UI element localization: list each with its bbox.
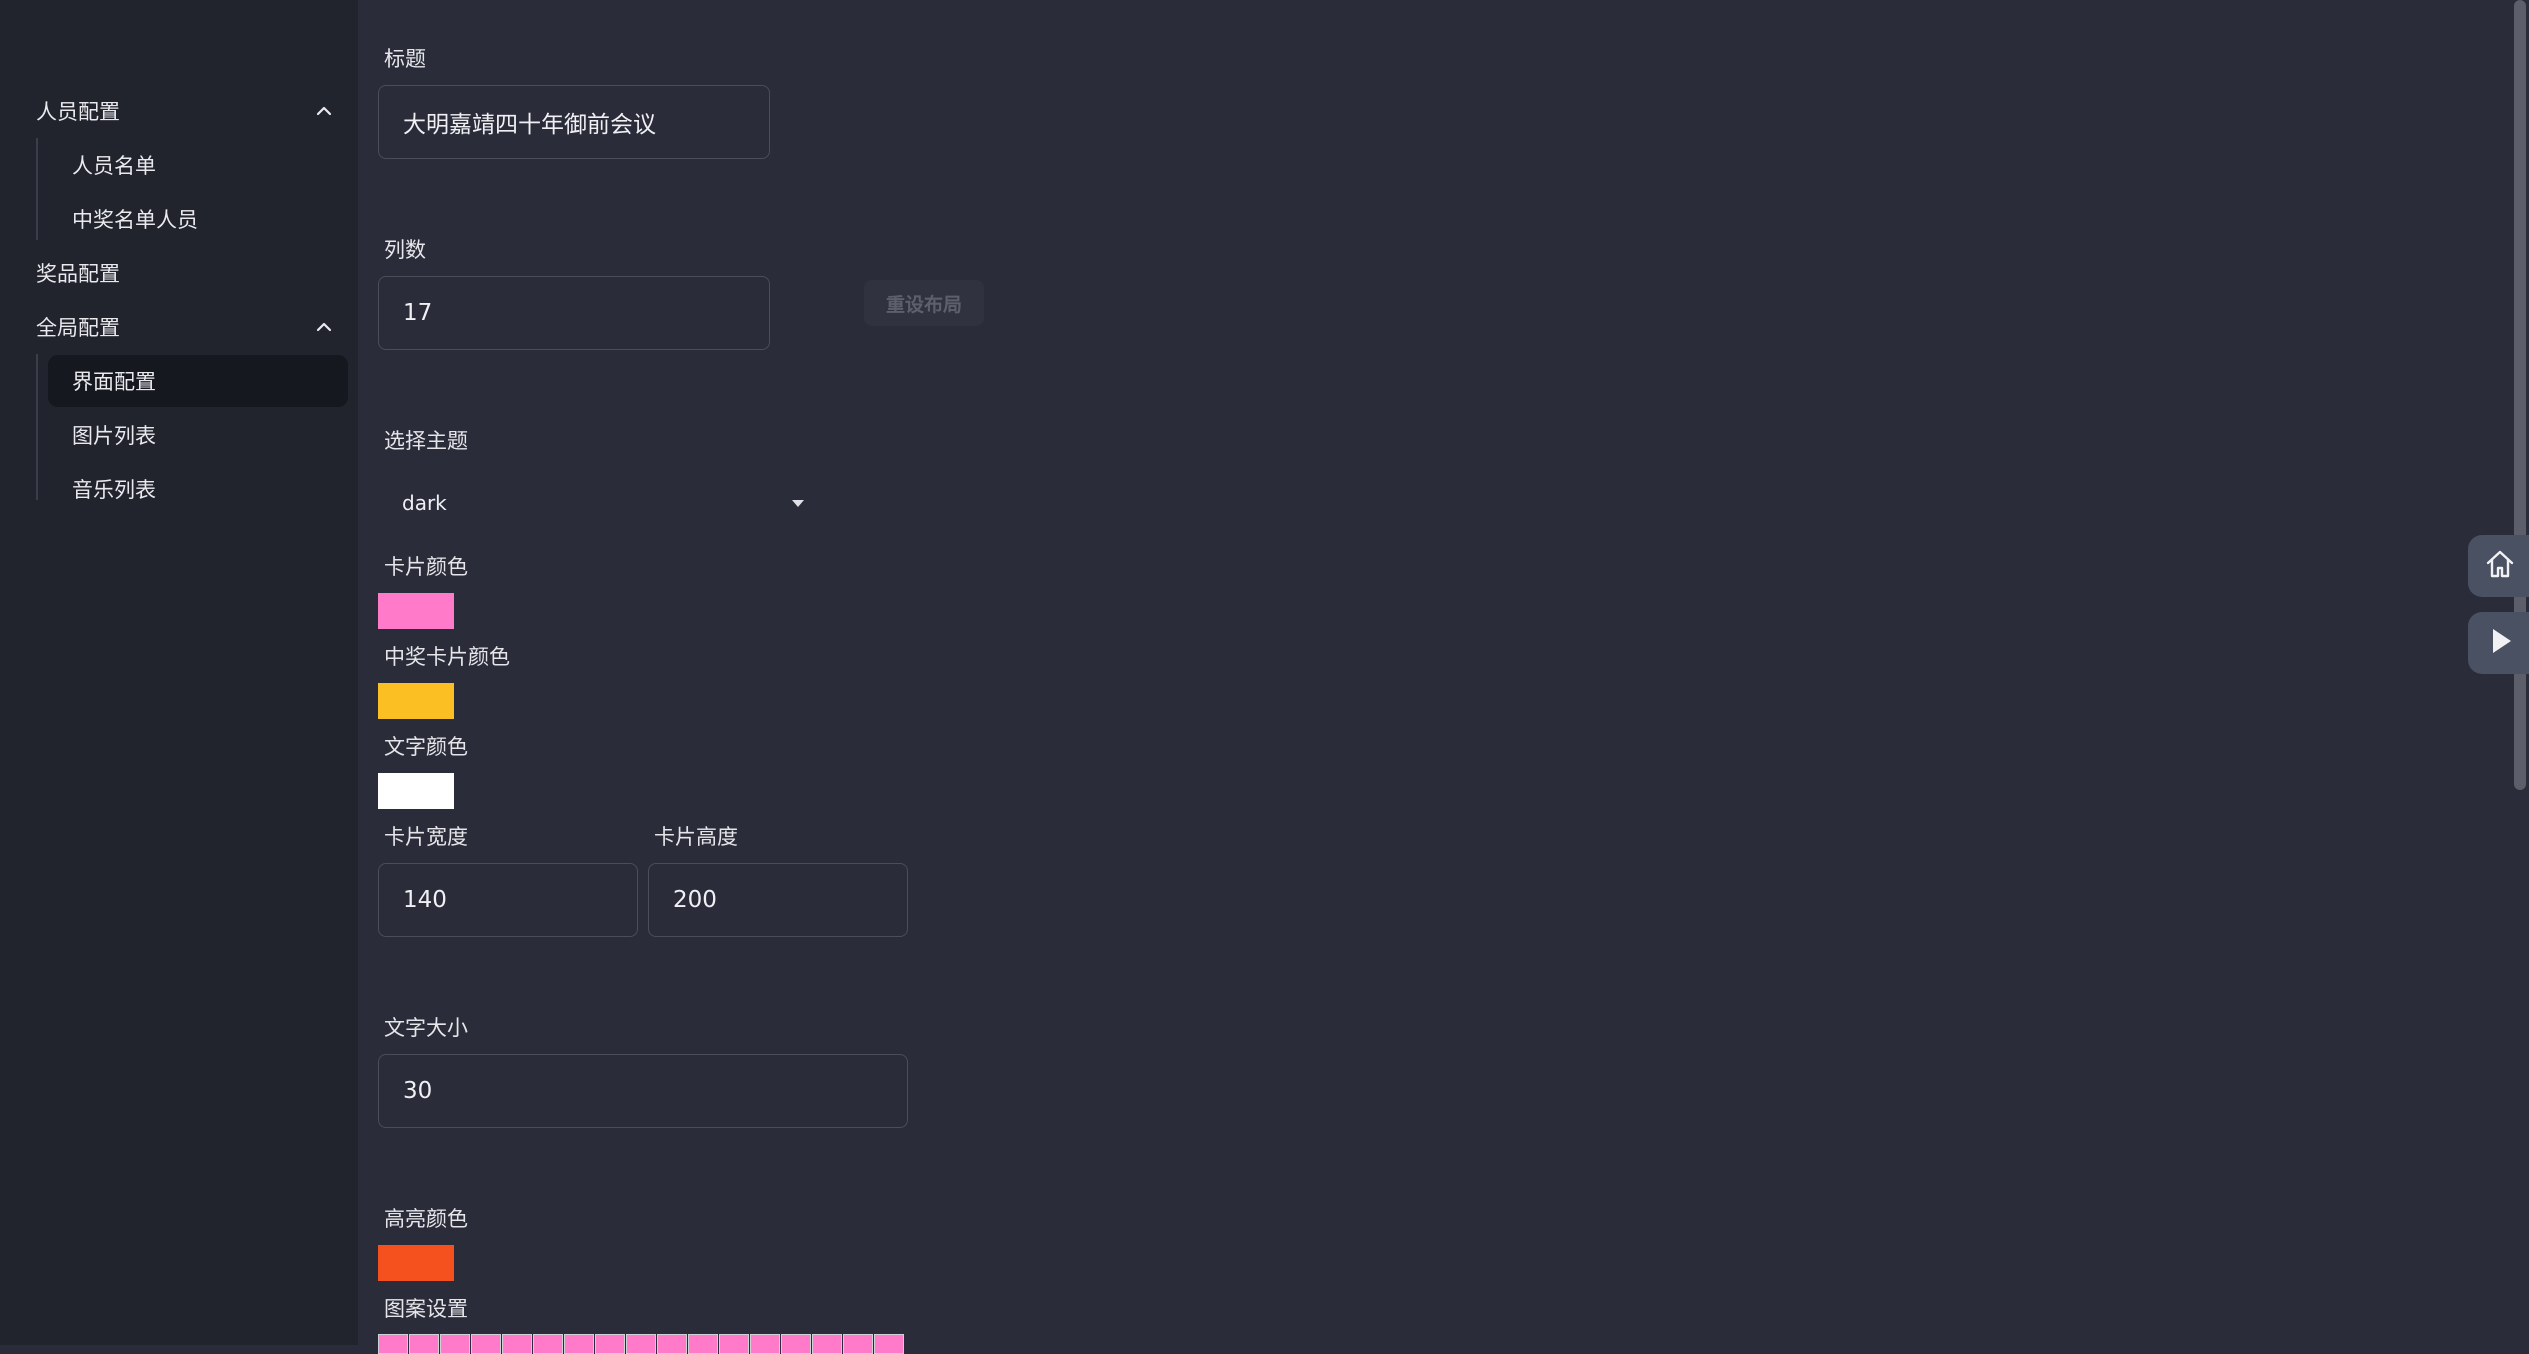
sidebar-item-label: 图片列表 [72, 424, 156, 448]
pattern-cell[interactable] [843, 1334, 873, 1354]
highlight-color-swatch[interactable] [378, 1245, 454, 1281]
theme-label: 选择主题 [384, 429, 468, 453]
sidebar-item-winner-list[interactable]: 中奖名单人员 [48, 193, 348, 245]
submenu-rail [36, 138, 38, 240]
card-width-input[interactable] [378, 863, 638, 937]
columns-input[interactable] [378, 276, 770, 350]
play-button[interactable] [2468, 612, 2529, 674]
caret-down-icon [792, 499, 804, 507]
sidebar-group-global-config[interactable]: 全局配置 [36, 302, 334, 352]
sidebar-group-prize-config[interactable]: 奖品配置 [36, 248, 334, 298]
app-root: 人员配置 人员名单 中奖名单人员 奖品配置 全局配置 界面配置 图片列表 音乐列… [0, 0, 2529, 1354]
sidebar-item-music-list[interactable]: 音乐列表 [48, 463, 348, 515]
theme-select[interactable]: dark [358, 485, 828, 521]
pattern-cell[interactable] [657, 1334, 687, 1354]
pattern-grid[interactable] [378, 1334, 905, 1354]
pattern-cell[interactable] [688, 1334, 718, 1354]
font-size-input[interactable] [378, 1054, 908, 1128]
submenu-rail [36, 354, 38, 500]
pattern-cell[interactable] [409, 1334, 439, 1354]
sidebar-group-label: 奖品配置 [36, 262, 120, 286]
card-width-label: 卡片宽度 [384, 825, 468, 849]
chevron-up-icon [314, 317, 334, 337]
winner-card-color-swatch[interactable] [378, 683, 454, 719]
sidebar-item-label: 中奖名单人员 [72, 208, 198, 232]
sidebar-group-personnel-config[interactable]: 人员配置 [36, 86, 334, 136]
sidebar: 人员配置 人员名单 中奖名单人员 奖品配置 全局配置 界面配置 图片列表 音乐列… [0, 0, 358, 1345]
pattern-cell[interactable] [502, 1334, 532, 1354]
sidebar-item-personnel-list[interactable]: 人员名单 [48, 139, 348, 191]
card-color-swatch[interactable] [378, 593, 454, 629]
sidebar-item-ui-config[interactable]: 界面配置 [48, 355, 348, 407]
winner-card-color-label: 中奖卡片颜色 [384, 645, 510, 669]
home-button[interactable] [2468, 535, 2529, 597]
chevron-up-icon [314, 101, 334, 121]
pattern-cell[interactable] [595, 1334, 625, 1354]
columns-label: 列数 [384, 238, 426, 262]
card-height-input[interactable] [648, 863, 908, 937]
card-height-label: 卡片高度 [654, 825, 738, 849]
pattern-cell[interactable] [626, 1334, 656, 1354]
pattern-cell[interactable] [533, 1334, 563, 1354]
pattern-label: 图案设置 [384, 1297, 468, 1321]
pattern-cell[interactable] [812, 1334, 842, 1354]
pattern-cell[interactable] [471, 1334, 501, 1354]
pattern-cell[interactable] [440, 1334, 470, 1354]
pattern-cell[interactable] [781, 1334, 811, 1354]
reset-layout-button[interactable]: 重设布局 [864, 280, 984, 326]
title-input[interactable] [378, 85, 770, 159]
pattern-cell[interactable] [719, 1334, 749, 1354]
card-color-label: 卡片颜色 [384, 555, 468, 579]
sidebar-group-label: 全局配置 [36, 316, 120, 340]
sidebar-item-label: 音乐列表 [72, 478, 156, 502]
ui-config-form: 标题 列数 重设布局 选择主题 dark 卡片颜色 中奖卡片颜色 文字颜色 卡片… [358, 0, 2508, 1354]
sidebar-item-label: 人员名单 [72, 154, 156, 178]
pattern-cell[interactable] [378, 1334, 408, 1354]
theme-select-value: dark [402, 491, 447, 515]
text-color-swatch[interactable] [378, 773, 454, 809]
pattern-cell[interactable] [874, 1334, 904, 1354]
home-icon [2483, 547, 2517, 585]
text-color-label: 文字颜色 [384, 735, 468, 759]
play-icon [2483, 624, 2517, 662]
sidebar-group-label: 人员配置 [36, 100, 120, 124]
highlight-color-label: 高亮颜色 [384, 1207, 468, 1231]
sidebar-item-image-list[interactable]: 图片列表 [48, 409, 348, 461]
pattern-cell[interactable] [750, 1334, 780, 1354]
sidebar-item-label: 界面配置 [72, 370, 156, 394]
font-size-label: 文字大小 [384, 1016, 468, 1040]
title-label: 标题 [384, 47, 426, 71]
pattern-cell[interactable] [564, 1334, 594, 1354]
